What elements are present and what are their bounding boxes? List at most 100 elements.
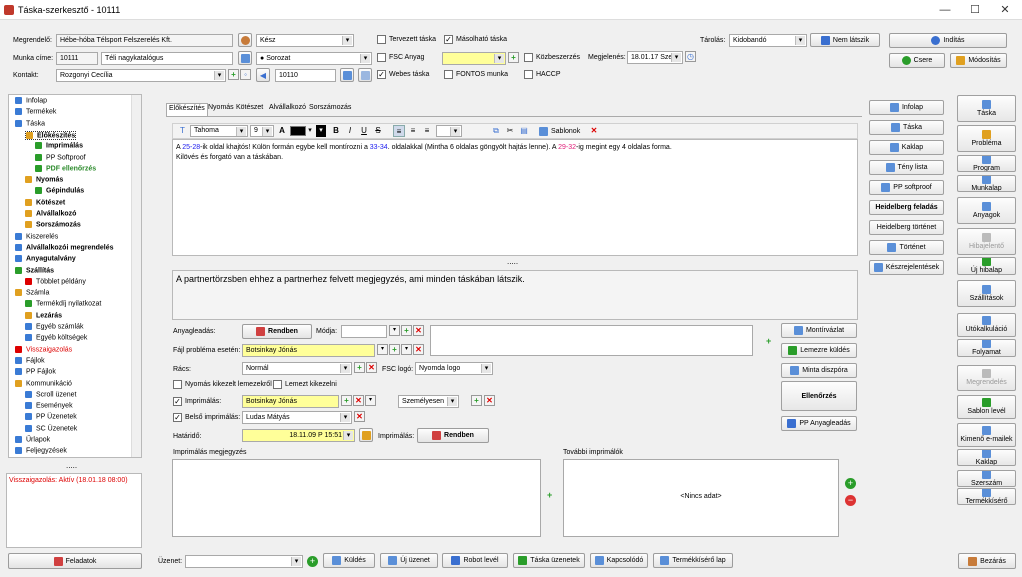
remove-belso-button[interactable]: ✕ — [354, 411, 365, 422]
tree-item[interactable]: Egyéb számlák — [25, 323, 83, 330]
tree-item[interactable]: PP Fájlok — [15, 368, 56, 376]
tree-item[interactable]: Előkészítés — [25, 130, 77, 141]
add-imprimalas-button[interactable]: + — [341, 395, 352, 406]
copy-icon-2[interactable]: ⧉ — [491, 125, 501, 137]
remove-fajl-button[interactable]: ✕ — [413, 344, 424, 355]
clear-icon[interactable]: ✕ — [588, 125, 600, 137]
font-select[interactable]: Tahoma — [190, 125, 248, 137]
tree-item[interactable]: Imprimálás — [35, 142, 83, 150]
calendar-button[interactable]: ◷ — [685, 51, 696, 62]
add-fajl-button[interactable]: + — [389, 344, 400, 355]
tovabbi-list[interactable]: <Nincs adat> — [563, 459, 839, 537]
far-right-button-9[interactable]: Folyamat — [957, 339, 1016, 357]
tree-item[interactable]: Anyagutalvány — [15, 255, 76, 263]
editor-area[interactable]: A 25-28-ik oldal khajtós! Külön formán e… — [172, 139, 858, 256]
far-right-button-6[interactable]: Új hibalap — [957, 257, 1016, 275]
tree-item[interactable]: Termékek — [15, 108, 56, 116]
sorozat-select[interactable]: ● Sorozat — [256, 52, 372, 65]
webes-checkbox[interactable]: ✓ — [377, 70, 386, 79]
right-button-4[interactable]: PP softproof — [869, 180, 944, 195]
tab-1[interactable]: Nyomás — [206, 103, 236, 112]
font-color-button[interactable]: A — [277, 125, 287, 137]
right-button-8[interactable]: Készrejelentések — [869, 260, 944, 275]
far-right-button-15[interactable]: Termékkísérő — [957, 488, 1016, 505]
tree-item[interactable]: Egyéb költségek — [25, 334, 87, 342]
lemezre-kuldes-button[interactable]: Lemezre küldés — [781, 343, 857, 358]
far-right-button-13[interactable]: Kaklap — [957, 449, 1016, 466]
tree-item[interactable]: Termékdíj nyilatkozat — [25, 300, 101, 308]
remove-modja-button[interactable]: ✕ — [413, 325, 424, 336]
uzenet-select[interactable] — [185, 555, 303, 568]
tree-item[interactable]: Táska — [15, 119, 45, 127]
add-fsc-button[interactable]: + — [508, 52, 519, 63]
minimize-button[interactable]: — — [930, 2, 960, 18]
feladatok-button[interactable]: Feladatok — [8, 553, 142, 569]
add-szemelyesen-button[interactable]: + — [471, 395, 482, 406]
megjelenes-date[interactable]: 18.01.17 Sze — [627, 51, 683, 64]
kapcsolodo-button[interactable]: Kapcsolódó — [590, 553, 648, 568]
ellenorzes-button[interactable]: Ellenőrzés — [781, 381, 857, 411]
bold-button[interactable]: B — [331, 125, 341, 137]
racs-select[interactable]: Normál — [242, 362, 352, 375]
far-right-button-10[interactable]: Megrendelés — [957, 365, 1016, 391]
tree-item[interactable]: Sorszámozás — [25, 221, 81, 229]
tree-item[interactable]: Alvállalkozói megrendelés — [15, 243, 114, 251]
expand-icon-2[interactable]: + — [547, 490, 552, 500]
tree-item[interactable]: Fájlok — [15, 356, 45, 364]
munkacim-id-field[interactable]: 10111 — [56, 52, 98, 65]
document-button[interactable] — [358, 68, 372, 82]
align-center-button[interactable]: ≡ — [407, 125, 419, 137]
tree-item[interactable]: Események — [25, 402, 73, 409]
align-right-button[interactable]: ≡ — [421, 125, 433, 137]
sablonok-button[interactable]: Sablonok — [539, 125, 580, 137]
tab-3[interactable]: Alvállalkozó — [267, 103, 308, 112]
tree-item[interactable]: Szállítás — [15, 266, 54, 274]
kontakt-select[interactable]: Rozgonyi Cecília — [56, 69, 226, 82]
far-right-button-1[interactable]: Probléma — [957, 125, 1016, 152]
kuldes-button[interactable]: Küldés — [323, 553, 375, 568]
anyagleadas-note[interactable] — [430, 325, 753, 356]
remove-imprimalo-button[interactable]: − — [845, 495, 856, 506]
fajl-menu[interactable]: ▾ — [401, 344, 412, 355]
rendben-button[interactable]: Rendben — [242, 324, 312, 339]
tree-item[interactable]: Alvállalkozó — [25, 210, 76, 217]
robot-level-button[interactable]: Robot levél — [442, 553, 508, 568]
person-button[interactable] — [238, 33, 252, 47]
remove-racs-button[interactable]: ✕ — [366, 362, 377, 373]
megrendelo-field[interactable]: Hébe-hóba Télsport Felszerelés Kft. — [56, 34, 233, 47]
add-racs-button[interactable]: + — [354, 362, 365, 373]
tree-item[interactable]: Lezárás — [25, 311, 62, 319]
far-right-button-4[interactable]: Anyagok — [957, 197, 1016, 224]
far-right-button-8[interactable]: Utókalkuláció — [957, 313, 1016, 337]
montirvazlat-button[interactable]: Montírvázlat — [781, 323, 857, 338]
cut-icon[interactable]: ✂ — [505, 125, 515, 137]
inditas-button[interactable]: Indítás — [889, 33, 1007, 48]
pp-anyagleadas-button[interactable]: PP Anyagleadás — [781, 416, 857, 431]
modja-field[interactable] — [341, 325, 387, 338]
tervezett-checkbox[interactable] — [377, 35, 386, 44]
far-right-button-7[interactable]: Szállítások — [957, 280, 1016, 307]
imprimalas-checkbox[interactable]: ✓ — [173, 397, 182, 406]
tab-4[interactable]: Sorszámozás — [307, 103, 353, 112]
far-right-button-5[interactable]: Hibajelentő — [957, 228, 1016, 255]
munkacim-field[interactable]: Téli nagykatalógus — [101, 52, 233, 65]
splitter-dots[interactable]: ..... — [507, 257, 518, 266]
list-button[interactable] — [340, 68, 354, 82]
color-dropdown-icon[interactable]: ▾ — [306, 125, 314, 137]
csere-button[interactable]: Csere — [889, 53, 945, 68]
maximize-button[interactable]: ☐ — [960, 2, 990, 18]
termekkisero-lap-button[interactable]: Termékkísérő lap — [653, 553, 733, 568]
rendben2-button[interactable]: Rendben — [417, 428, 489, 443]
kontakt-info-button[interactable]: ◦ — [240, 69, 251, 80]
modja-dropdown[interactable]: ▾ — [389, 325, 400, 336]
hatarido-field[interactable]: 18.11.09 P 15:51 — [242, 429, 355, 442]
belso-checkbox[interactable]: ✓ — [173, 413, 182, 422]
masolhato-checkbox[interactable]: ✓ — [444, 35, 453, 44]
navigation-tree[interactable]: Infolap Termékek Táska Előkészítés Imprimálá… — [8, 94, 142, 458]
tree-item[interactable]: Scroll üzenet — [25, 390, 76, 398]
right-button-3[interactable]: Tény lista — [869, 160, 944, 175]
italic-button[interactable]: I — [345, 125, 355, 137]
tree-item[interactable]: PDF ellenőrzés — [35, 164, 96, 172]
tree-item[interactable]: Visszaigazolás — [15, 345, 72, 353]
taska-uzenetek-button[interactable]: Táska üzenetek — [513, 553, 585, 568]
